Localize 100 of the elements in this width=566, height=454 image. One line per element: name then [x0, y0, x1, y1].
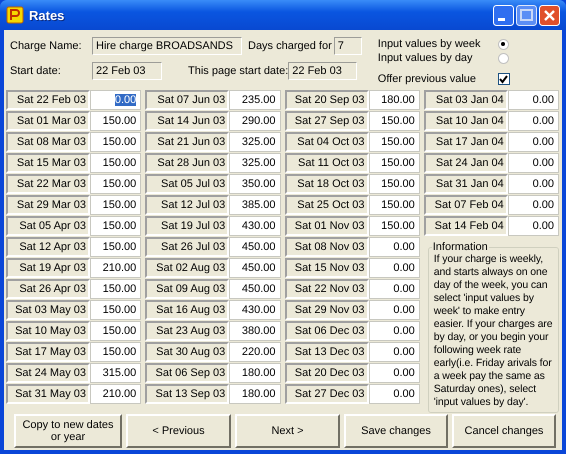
dialog-button[interactable]: < Previous — [126, 414, 231, 448]
maximize-icon[interactable] — [516, 4, 537, 26]
rate-field[interactable]: 325.00 — [229, 153, 280, 173]
dialog-button[interactable]: Copy to new dates or year — [14, 414, 122, 448]
rate-field[interactable]: 0.00 — [368, 384, 420, 404]
date-label: Sat 28 Jun 03 — [145, 153, 230, 173]
rate-field[interactable]: 0.00 — [508, 153, 559, 173]
rate-field[interactable]: 0.00 — [90, 90, 142, 110]
rate-field[interactable]: 150.00 — [368, 153, 420, 173]
date-label: Sat 25 Oct 03 — [284, 195, 368, 215]
rate-field[interactable]: 350.00 — [229, 174, 280, 194]
rate-field[interactable]: 150.00 — [90, 174, 142, 194]
rate-field[interactable]: 150.00 — [368, 216, 420, 236]
date-label: Sat 10 May 03 — [6, 321, 90, 341]
minimize-icon[interactable] — [493, 4, 514, 26]
rate-field[interactable]: 0.00 — [368, 258, 420, 278]
radio-label: Input values by day — [378, 52, 473, 64]
rate-field[interactable]: 380.00 — [229, 321, 280, 341]
rate-field[interactable]: 0.00 — [368, 300, 420, 320]
date-label: Sat 26 Jul 03 — [145, 237, 230, 257]
rate-field[interactable]: 385.00 — [229, 195, 280, 215]
dialog-button[interactable]: Save changes — [344, 414, 448, 448]
information-text: If your charge is weekly, and starts always on one day of the week, you can select 'input values by week' to make entry easier. If your charges are by day, or you begin your following week rate early(i.e. Friday arivals for a week pay the same as Saturday ones), select 'input values by day'. — [434, 253, 554, 409]
date-label: Sat 19 Jul 03 — [145, 216, 230, 236]
rate-field[interactable]: 150.00 — [90, 279, 142, 299]
rate-field[interactable]: 315.00 — [90, 363, 142, 383]
days-field[interactable]: 7 — [334, 37, 362, 55]
date-label: Sat 20 Dec 03 — [284, 363, 368, 383]
rate-field[interactable]: 430.00 — [229, 300, 280, 320]
rate-field[interactable]: 450.00 — [229, 258, 280, 278]
date-label: Sat 07 Feb 04 — [424, 195, 508, 215]
rate-field[interactable]: 180.00 — [229, 363, 280, 383]
date-label: Sat 09 Aug 03 — [145, 279, 230, 299]
rate-field[interactable]: 150.00 — [368, 132, 420, 152]
rate-field[interactable]: 210.00 — [90, 258, 142, 278]
date-label: Sat 27 Sep 03 — [284, 111, 368, 131]
date-label: Sat 24 Jan 04 — [424, 153, 508, 173]
rate-field[interactable]: 220.00 — [229, 342, 280, 362]
rate-field[interactable]: 0.00 — [508, 111, 559, 131]
radio-button[interactable] — [498, 38, 509, 50]
rate-field[interactable]: 180.00 — [368, 90, 420, 110]
rate-field[interactable]: 150.00 — [90, 300, 142, 320]
date-label: Sat 06 Sep 03 — [145, 363, 230, 383]
window-title: Rates — [29, 8, 64, 22]
rate-field[interactable]: 150.00 — [90, 132, 142, 152]
rate-field[interactable]: 430.00 — [229, 216, 280, 236]
rate-field[interactable]: 150.00 — [368, 195, 420, 215]
rate-field[interactable]: 150.00 — [90, 195, 142, 215]
date-label: Sat 27 Dec 03 — [284, 384, 368, 404]
rate-field[interactable]: 150.00 — [90, 216, 142, 236]
rate-field[interactable]: 150.00 — [90, 111, 142, 131]
rate-field[interactable]: 0.00 — [368, 237, 420, 257]
rate-field[interactable]: 0.00 — [508, 216, 559, 236]
radio-button[interactable] — [498, 52, 509, 64]
date-label: Sat 18 Oct 03 — [284, 174, 368, 194]
date-label: Sat 20 Sep 03 — [284, 90, 368, 110]
date-label: Sat 05 Jul 03 — [145, 174, 230, 194]
start-date-field[interactable]: 22 Feb 03 — [92, 62, 162, 80]
rate-field[interactable]: 0.00 — [368, 363, 420, 383]
date-label: Sat 24 May 03 — [6, 363, 90, 383]
rate-field[interactable]: 180.00 — [229, 384, 280, 404]
rate-field[interactable]: 150.00 — [90, 342, 142, 362]
dialog-button[interactable]: Next > — [235, 414, 340, 448]
rate-field[interactable]: 325.00 — [229, 132, 280, 152]
rate-field[interactable]: 450.00 — [229, 237, 280, 257]
rate-field[interactable]: 0.00 — [508, 174, 559, 194]
rate-field[interactable]: 0.00 — [508, 132, 559, 152]
rate-field[interactable]: 0.00 — [508, 90, 559, 110]
date-label: Sat 11 Oct 03 — [284, 153, 368, 173]
checkbox[interactable] — [498, 73, 510, 85]
date-label: Sat 17 May 03 — [6, 342, 90, 362]
rate-field[interactable]: 150.00 — [90, 237, 142, 257]
date-label: Sat 21 Jun 03 — [145, 132, 230, 152]
rate-field[interactable]: 0.00 — [508, 195, 559, 215]
rate-field[interactable]: 0.00 — [368, 342, 420, 362]
date-label: Sat 22 Feb 03 — [6, 90, 90, 110]
charge-name-field[interactable]: Hire charge BROADSANDS — [92, 37, 242, 55]
rate-field[interactable]: 150.00 — [90, 321, 142, 341]
date-label: Sat 15 Nov 03 — [284, 258, 368, 278]
page-start-field[interactable]: 22 Feb 03 — [288, 62, 358, 80]
information-title: Information — [432, 241, 489, 253]
charge-name-label: Charge Name: — [10, 40, 83, 52]
rate-field[interactable]: 150.00 — [90, 153, 142, 173]
date-label: Sat 01 Mar 03 — [6, 111, 90, 131]
rate-field[interactable]: 0.00 — [368, 279, 420, 299]
rate-field[interactable]: 210.00 — [90, 384, 142, 404]
close-icon[interactable] — [539, 4, 560, 26]
date-label: Sat 01 Nov 03 — [284, 216, 368, 236]
rate-field[interactable]: 150.00 — [368, 174, 420, 194]
rate-field[interactable]: 150.00 — [368, 111, 420, 131]
date-label: Sat 30 Aug 03 — [145, 342, 230, 362]
date-label: Sat 23 Aug 03 — [145, 321, 230, 341]
rate-field[interactable]: 290.00 — [229, 111, 280, 131]
rate-field[interactable]: 450.00 — [229, 279, 280, 299]
date-label: Sat 14 Feb 04 — [424, 216, 508, 236]
rate-field[interactable]: 0.00 — [368, 321, 420, 341]
date-label: Sat 26 Apr 03 — [6, 279, 90, 299]
dialog-button[interactable]: Cancel changes — [452, 414, 556, 448]
rate-field[interactable]: 235.00 — [229, 90, 280, 110]
date-label: Sat 22 Mar 03 — [6, 174, 90, 194]
